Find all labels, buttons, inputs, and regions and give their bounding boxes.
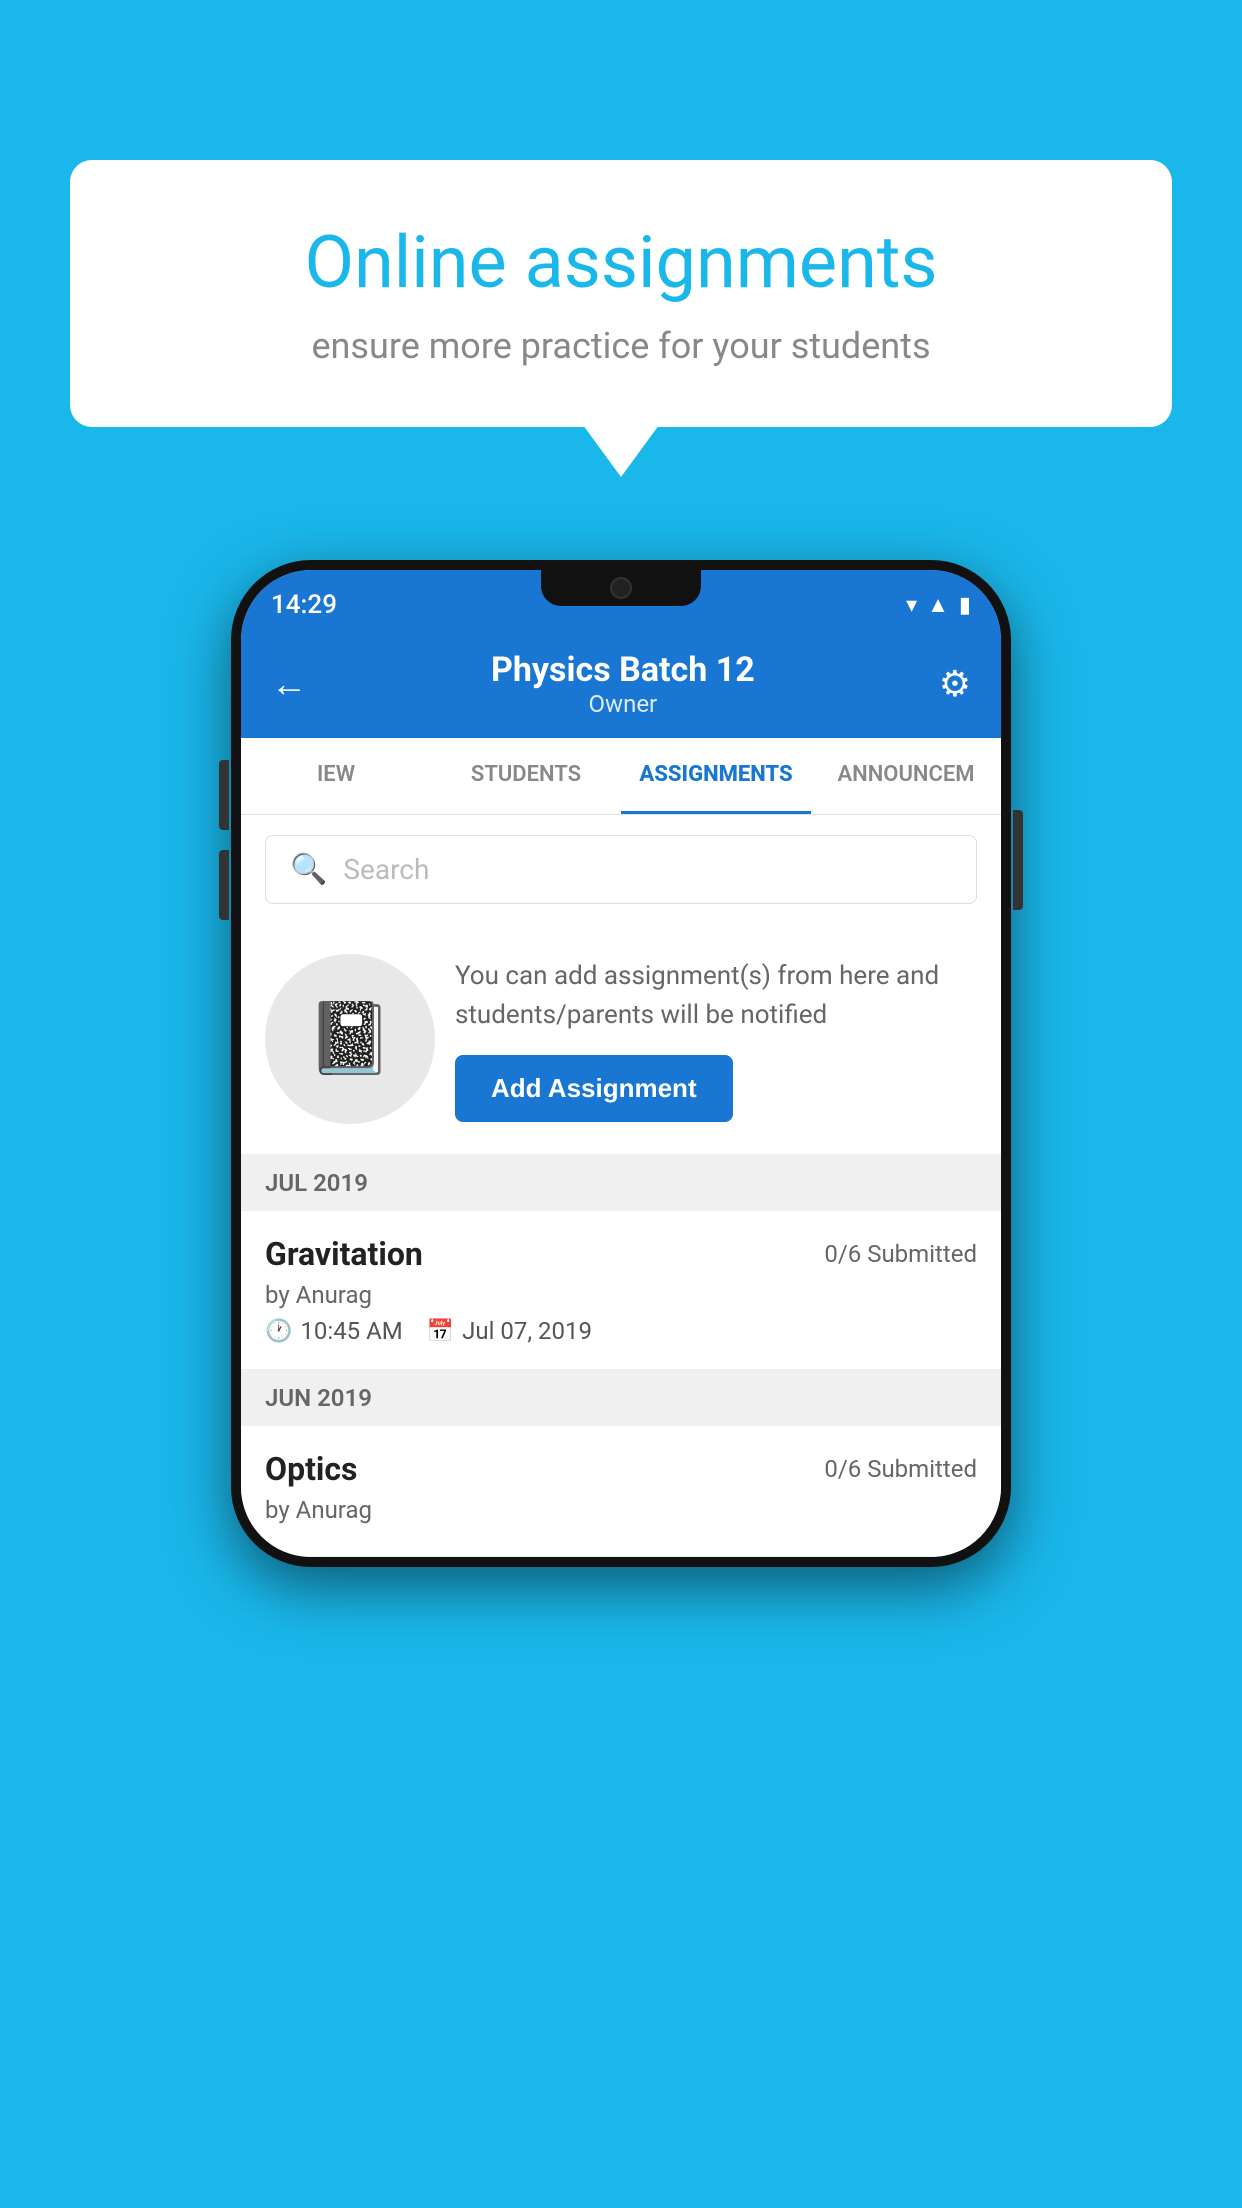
assignment-meta-gravitation: 🕐 10:45 AM 📅 Jul 07, 2019 [265, 1317, 977, 1345]
status-time: 14:29 [271, 590, 337, 620]
phone-frame: 14:29 ▾ ▲ ▮ ← Physics Batch 12 Owner ⚙ I… [231, 560, 1011, 1567]
tab-iew[interactable]: IEW [241, 738, 431, 814]
tab-students[interactable]: STUDENTS [431, 738, 621, 814]
add-assignment-button[interactable]: Add Assignment [455, 1055, 733, 1122]
search-bar[interactable]: 🔍 Search [265, 835, 977, 904]
calendar-icon: 📅 [427, 1319, 454, 1344]
phone-power-button[interactable] [1013, 810, 1023, 910]
tab-announcements[interactable]: ANNOUNCEM [811, 738, 1001, 814]
phone-screen: 14:29 ▾ ▲ ▮ ← Physics Batch 12 Owner ⚙ I… [241, 570, 1001, 1557]
app-header: ← Physics Batch 12 Owner ⚙ [241, 630, 1001, 738]
promo-section: 📓 You can add assignment(s) from here an… [241, 924, 1001, 1155]
status-icons: ▾ ▲ ▮ [906, 592, 971, 618]
assignment-row1: Gravitation 0/6 Submitted [265, 1235, 977, 1273]
header-title: Physics Batch 12 [307, 650, 939, 690]
battery-icon: ▮ [959, 593, 971, 618]
tabs-container: IEW STUDENTS ASSIGNMENTS ANNOUNCEM [241, 738, 1001, 815]
wifi-icon: ▾ [906, 593, 917, 618]
speech-bubble-container: Online assignments ensure more practice … [70, 160, 1172, 427]
assignment-item-gravitation[interactable]: Gravitation 0/6 Submitted by Anurag 🕐 10… [241, 1211, 1001, 1370]
phone-notch [541, 570, 701, 606]
search-icon: 🔍 [290, 852, 327, 887]
search-container: 🔍 Search [241, 815, 1001, 924]
assignment-date-gravitation: 📅 Jul 07, 2019 [427, 1317, 592, 1345]
date-value-gravitation: Jul 07, 2019 [462, 1317, 592, 1345]
assignment-author-gravitation: by Anurag [265, 1281, 977, 1309]
assignment-submitted-optics: 0/6 Submitted [824, 1455, 977, 1483]
phone-vol-up-button[interactable] [219, 760, 229, 830]
header-center: Physics Batch 12 Owner [307, 650, 939, 718]
speech-bubble-subtitle: ensure more practice for your students [140, 325, 1102, 367]
signal-icon: ▲ [927, 592, 949, 618]
assignment-submitted-gravitation: 0/6 Submitted [824, 1240, 977, 1268]
speech-bubble-title: Online assignments [140, 220, 1102, 305]
settings-button[interactable]: ⚙ [939, 663, 971, 705]
phone-camera [610, 577, 632, 599]
assignment-time-gravitation: 🕐 10:45 AM [265, 1317, 403, 1345]
assignment-author-optics: by Anurag [265, 1496, 977, 1524]
phone-vol-down-button[interactable] [219, 850, 229, 920]
speech-bubble: Online assignments ensure more practice … [70, 160, 1172, 427]
back-button[interactable]: ← [271, 663, 307, 705]
section-header-jul: JUL 2019 [241, 1155, 1001, 1211]
assignment-name-gravitation: Gravitation [265, 1235, 423, 1273]
assignment-icon: 📓 [306, 998, 393, 1080]
promo-content: You can add assignment(s) from here and … [455, 957, 977, 1122]
time-value-gravitation: 10:45 AM [300, 1317, 402, 1345]
assignment-item-optics[interactable]: Optics 0/6 Submitted by Anurag [241, 1426, 1001, 1557]
assignment-row1-optics: Optics 0/6 Submitted [265, 1450, 977, 1488]
search-placeholder: Search [343, 853, 429, 886]
header-subtitle: Owner [307, 690, 939, 718]
promo-icon-circle: 📓 [265, 954, 435, 1124]
assignment-name-optics: Optics [265, 1450, 357, 1488]
clock-icon: 🕐 [265, 1319, 292, 1344]
tab-assignments[interactable]: ASSIGNMENTS [621, 738, 811, 814]
promo-description: You can add assignment(s) from here and … [455, 957, 977, 1035]
phone-container: 14:29 ▾ ▲ ▮ ← Physics Batch 12 Owner ⚙ I… [231, 560, 1011, 1567]
section-header-jun: JUN 2019 [241, 1370, 1001, 1426]
